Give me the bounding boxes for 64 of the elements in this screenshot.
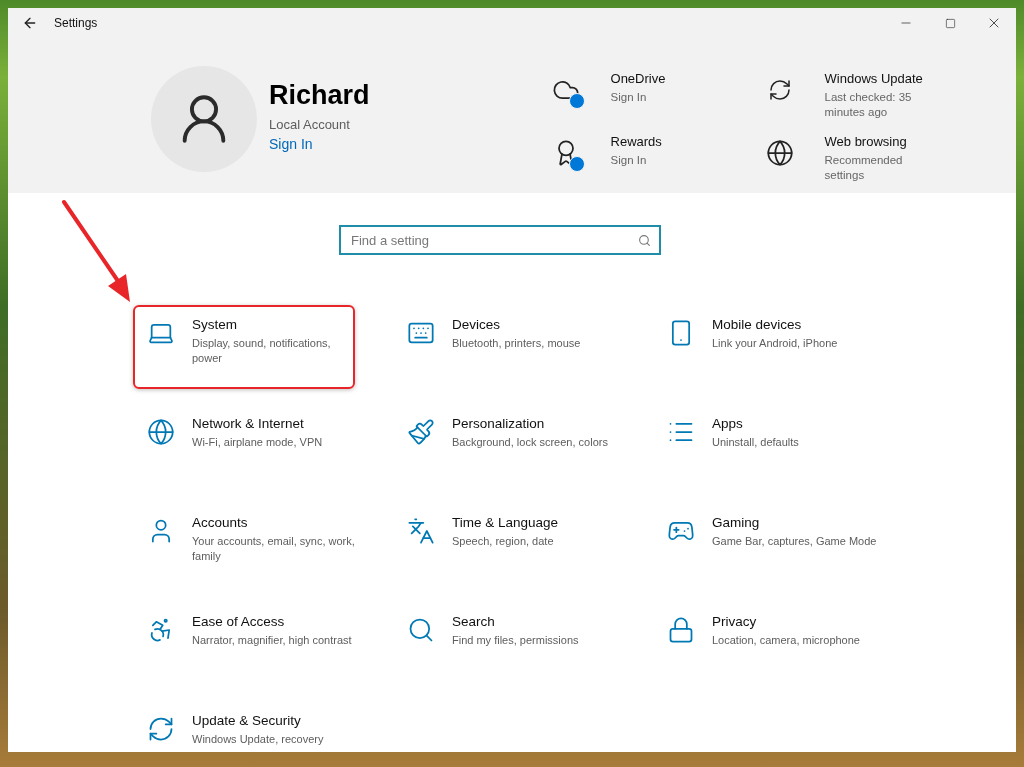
category-description: Windows Update, recovery	[192, 732, 325, 747]
category-description: Speech, region, date	[452, 534, 555, 549]
category-tile[interactable]: Accounts Your accounts, email, sync, work, family	[133, 503, 383, 587]
lock-icon	[667, 616, 695, 644]
service-title[interactable]: Windows Update	[824, 71, 945, 86]
category-title: Mobile devices	[712, 317, 803, 332]
category-title: Privacy	[712, 614, 758, 629]
category-title: Ease of Access	[192, 614, 286, 629]
category-title: Devices	[452, 317, 501, 332]
category-description: Location, camera, microphone	[712, 633, 861, 648]
category-description: Bluetooth, printers, mouse	[452, 336, 582, 351]
account-name: Richard	[269, 80, 370, 111]
category-title: Accounts	[192, 515, 249, 530]
service-subtitle: Sign In	[610, 90, 648, 105]
category-description: Find my files, permissions	[452, 633, 580, 648]
status-dot-icon	[568, 156, 585, 172]
category-tile[interactable]: Update & Security Windows Update, recovery	[133, 701, 383, 752]
category-tile[interactable]: Network & Internet Wi-Fi, airplane mode, VPN	[133, 404, 383, 488]
service-subtitle: Recommended settings	[824, 153, 904, 183]
service-title[interactable]: OneDrive	[610, 71, 731, 86]
maximize-icon	[944, 17, 956, 29]
category-description: Link your Android, iPhone	[712, 336, 839, 351]
service-title[interactable]: Web browsing	[824, 134, 945, 149]
account-type: Local Account	[269, 117, 351, 132]
category-title: Time & Language	[452, 515, 560, 530]
language-icon	[407, 517, 435, 545]
category-title: Gaming	[712, 515, 761, 530]
category-tile[interactable]: Mobile devices Link your Android, iPhone	[653, 305, 903, 389]
category-tile[interactable]: Gaming Game Bar, captures, Game Mode	[653, 503, 903, 587]
highlighted-category-tile[interactable]: System Display, sound, notifications, power	[133, 305, 355, 389]
search-field[interactable]: Find a setting	[339, 225, 661, 255]
globe-icon	[765, 139, 794, 167]
category-description: Game Bar, captures, Game Mode	[712, 534, 878, 549]
category-title: Update & Security	[192, 713, 302, 728]
status-dot-icon	[568, 93, 585, 109]
category-description: Background, lock screen, colors	[452, 435, 609, 450]
window-title: Settings	[54, 16, 99, 30]
update-icon	[767, 78, 792, 102]
category-description: Uninstall, defaults	[712, 435, 800, 450]
paintbrush-icon	[407, 418, 435, 446]
search-icon	[407, 616, 435, 644]
service-title[interactable]: Rewards	[610, 134, 731, 149]
category-title: Network & Internet	[192, 416, 305, 431]
category-description: Wi-Fi, airplane mode, VPN	[192, 435, 324, 450]
category-description: Your accounts, email, sync, work, family	[192, 534, 356, 564]
category-tile[interactable]: Ease of Access Narrator, magnifier, high contrast	[133, 602, 383, 686]
category-description: Narrator, magnifier, high contrast	[192, 633, 353, 648]
category-title: Search	[452, 614, 496, 629]
sync-icon	[147, 715, 175, 743]
category-title: Apps	[712, 416, 744, 431]
category-description: Display, sound, notifications, power	[192, 336, 332, 366]
category-tile[interactable]: Time & Language Speech, region, date	[393, 503, 643, 587]
category-tile[interactable]: Devices Bluetooth, printers, mouse	[393, 305, 643, 389]
service-subtitle: Last checked: 35 minutes ago	[824, 90, 913, 120]
category-tile[interactable]: Privacy Location, camera, microphone	[653, 602, 903, 686]
category-tile[interactable]: Apps Uninstall, defaults	[653, 404, 903, 488]
category-tile[interactable]: Personalization Background, lock screen, colors	[393, 404, 643, 488]
globe-icon	[147, 418, 175, 446]
service-subtitle: Sign In	[610, 153, 648, 168]
search-icon	[638, 234, 651, 247]
category-tile[interactable]: Search Find my files, permissions	[393, 602, 643, 686]
sign-in-link[interactable]: Sign In	[269, 136, 370, 152]
category-title: Personalization	[452, 416, 546, 431]
category-title: System	[192, 317, 238, 332]
